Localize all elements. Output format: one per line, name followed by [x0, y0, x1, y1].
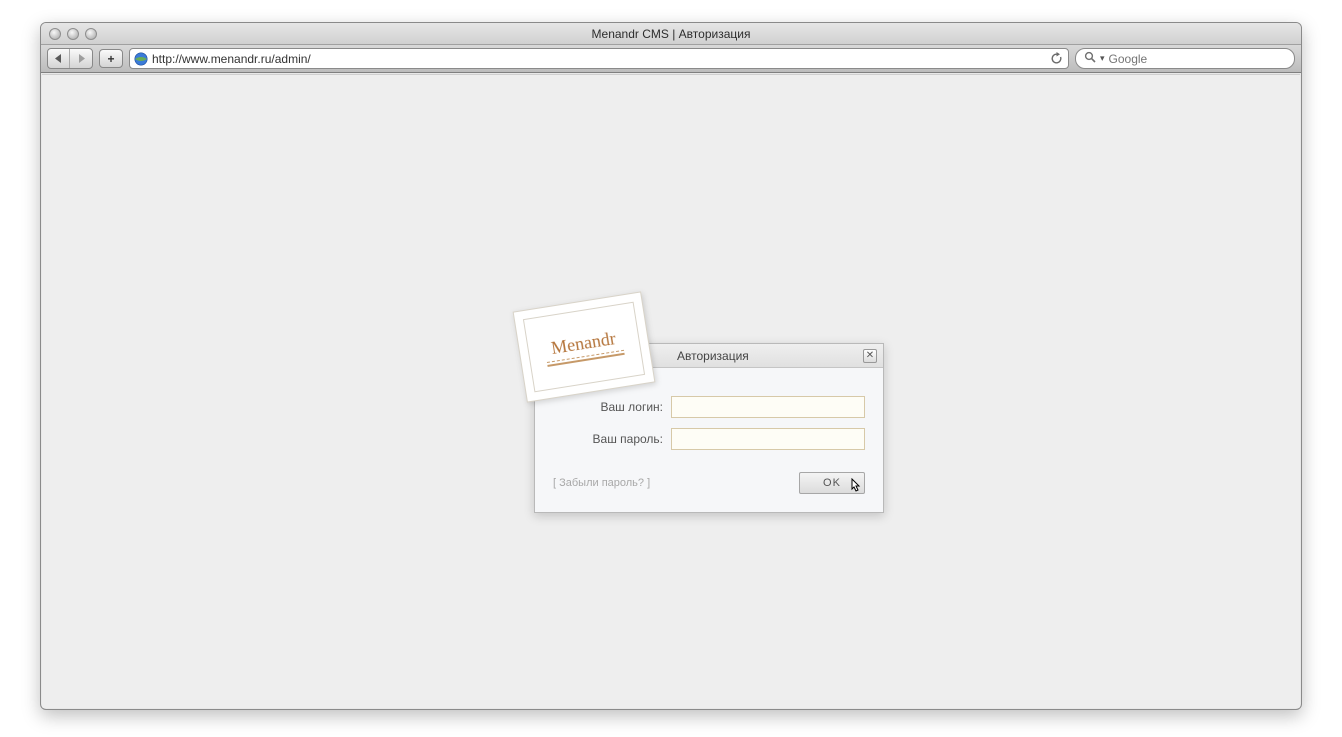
reload-button[interactable]: [1048, 51, 1064, 67]
search-input[interactable]: [1109, 52, 1286, 66]
login-input[interactable]: [671, 396, 865, 418]
search-engine-dropdown-icon[interactable]: ▾: [1100, 53, 1105, 64]
window-titlebar: Menandr CMS | Авторизация: [41, 23, 1301, 45]
window-title: Menandr CMS | Авторизация: [41, 27, 1301, 41]
forward-button[interactable]: [70, 49, 92, 68]
page-content: Menandr Авторизация ✕ Ваш логин:: [42, 74, 1300, 708]
browser-window: Menandr CMS | Авторизация +: [40, 22, 1302, 710]
url-bar[interactable]: [129, 48, 1069, 69]
dialog-title: Авторизация: [677, 349, 749, 363]
ok-button[interactable]: OK: [799, 472, 865, 494]
forgot-password-link[interactable]: [ Забыли пароль? ]: [553, 477, 650, 489]
search-icon: [1084, 51, 1096, 66]
close-light-icon[interactable]: [49, 28, 61, 40]
password-input[interactable]: [671, 428, 865, 450]
login-label: Ваш логин:: [553, 400, 663, 414]
globe-icon: [134, 52, 148, 66]
add-bookmark-button[interactable]: +: [99, 49, 123, 68]
password-label: Ваш пароль:: [553, 432, 663, 446]
zoom-light-icon[interactable]: [85, 28, 97, 40]
close-icon: ✕: [866, 351, 874, 361]
login-dialog-container: Menandr Авторизация ✕ Ваш логин:: [534, 343, 884, 513]
browser-toolbar: + ▾: [41, 45, 1301, 73]
ok-button-label: OK: [823, 477, 841, 489]
minimize-light-icon[interactable]: [67, 28, 79, 40]
search-bar[interactable]: ▾: [1075, 48, 1295, 69]
mouse-cursor-icon: [848, 478, 862, 499]
back-button[interactable]: [48, 49, 70, 68]
dialog-close-button[interactable]: ✕: [863, 349, 877, 363]
window-controls: [41, 28, 97, 40]
url-input[interactable]: [152, 52, 1044, 66]
nav-back-forward: [47, 48, 93, 69]
